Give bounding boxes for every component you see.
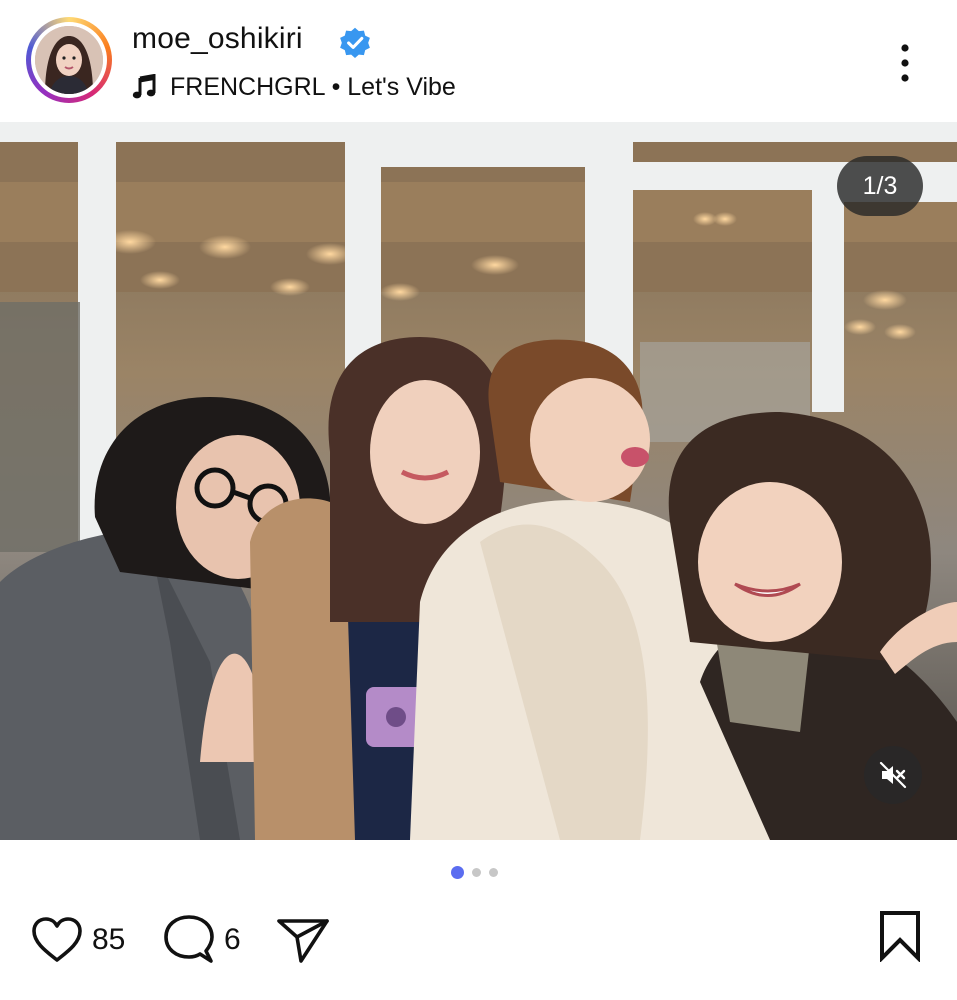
more-vertical-icon[interactable] <box>896 42 914 86</box>
share-button[interactable] <box>275 905 331 975</box>
carousel-dot-active <box>451 866 464 879</box>
like-button[interactable]: 85 <box>30 905 125 975</box>
carousel-dot <box>472 868 481 877</box>
avatar[interactable] <box>35 26 103 94</box>
send-icon <box>277 919 329 963</box>
carousel-indicator <box>451 866 498 879</box>
music-track-label: FRENCHGRL • Let's Vibe <box>170 72 456 101</box>
muted-speaker-icon <box>879 761 907 789</box>
mute-button[interactable] <box>864 746 922 804</box>
bookmark-icon[interactable] <box>878 910 922 962</box>
comment-icon <box>164 915 214 963</box>
music-attribution[interactable]: FRENCHGRL • Let's Vibe <box>132 72 456 102</box>
post-photo[interactable]: 1/3 <box>0 122 957 840</box>
media-counter: 1/3 <box>837 156 923 216</box>
like-count[interactable]: 85 <box>92 923 125 957</box>
heart-icon <box>32 917 82 962</box>
photo-image <box>0 122 957 840</box>
username[interactable]: moe_oshikiri <box>132 22 303 56</box>
verified-badge-icon <box>340 27 370 59</box>
action-bar: 85 6 <box>0 905 957 975</box>
carousel-dot <box>489 868 498 877</box>
music-note-icon <box>132 74 156 99</box>
comment-count[interactable]: 6 <box>224 923 241 957</box>
story-ring[interactable] <box>26 17 112 103</box>
comment-button[interactable]: 6 <box>162 905 241 975</box>
post-header: moe_oshikiri FRENCHGRL • Let's Vibe <box>0 0 957 122</box>
